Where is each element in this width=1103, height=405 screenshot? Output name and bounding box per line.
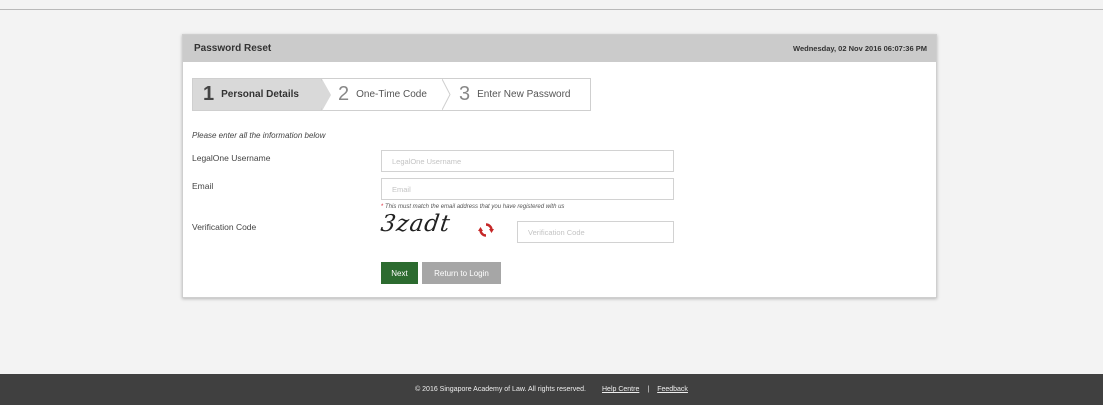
step-number: 1 (203, 83, 215, 105)
step-personal-details: 1 Personal Details (193, 79, 331, 111)
email-label: Email (192, 181, 214, 191)
copyright-text: © 2016 Singapore Academy of Law. All rig… (415, 386, 586, 393)
captcha-image: 3zadt (379, 211, 453, 237)
step-arrow (442, 79, 451, 110)
verification-label: Verification Code (192, 222, 257, 232)
step-enter-new-password: 3 Enter New Password (443, 79, 590, 110)
footer-separator: | (647, 386, 650, 393)
help-centre-link[interactable]: Help Centre (602, 386, 639, 393)
step-arrow (322, 79, 331, 111)
current-datetime: Wednesday, 02 Nov 2016 06:07:36 PM (793, 44, 927, 53)
username-input[interactable] (381, 150, 674, 172)
panel-title: Password Reset (194, 43, 272, 54)
password-reset-panel: Password Reset Wednesday, 02 Nov 2016 06… (182, 34, 937, 298)
email-input[interactable] (381, 178, 674, 200)
refresh-icon[interactable] (478, 222, 494, 238)
email-hint-text: This must match the email address that y… (383, 204, 565, 210)
step-one-time-code: 2 One-Time Code (322, 79, 451, 110)
username-label: LegalOne Username (192, 153, 271, 163)
page-footer: © 2016 Singapore Academy of Law. All rig… (0, 374, 1103, 405)
panel-header: Password Reset Wednesday, 02 Nov 2016 06… (183, 35, 936, 62)
step-label: Personal Details (221, 89, 299, 100)
email-hint: * This must match the email address that… (381, 204, 564, 210)
verification-code-input[interactable] (517, 221, 674, 243)
step-label: Enter New Password (477, 89, 571, 100)
return-to-login-button[interactable]: Return to Login (422, 262, 501, 284)
step-number: 3 (459, 83, 471, 105)
next-button[interactable]: Next (381, 262, 418, 284)
feedback-link[interactable]: Feedback (657, 386, 688, 393)
form-instruction: Please enter all the information below (192, 131, 326, 140)
step-label: One-Time Code (356, 89, 427, 100)
step-progress: 1 Personal Details 2 One-Time Code 3 Ent… (192, 78, 591, 111)
top-divider (0, 9, 1103, 10)
step-number: 2 (338, 83, 350, 105)
